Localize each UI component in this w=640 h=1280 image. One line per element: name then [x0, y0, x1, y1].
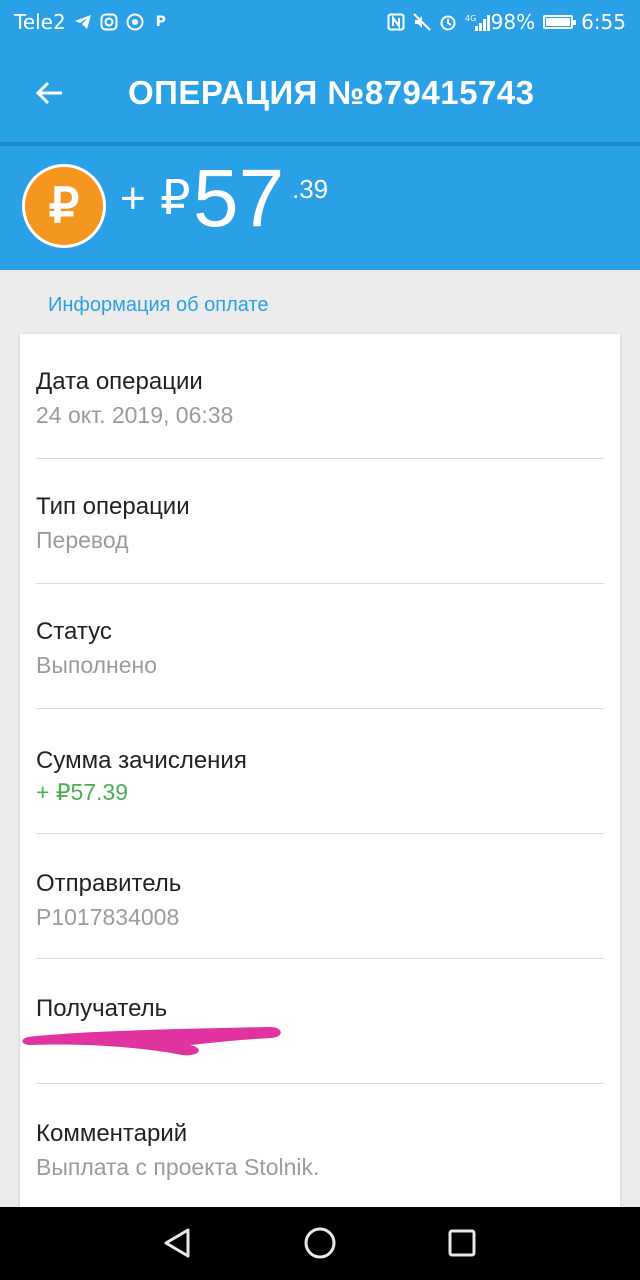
- row-value: Перевод: [36, 527, 129, 553]
- clock: 6:55: [581, 10, 626, 34]
- payment-info-card: Дата операции 24 окт. 2019, 06:38 Тип оп…: [20, 334, 620, 1214]
- amount-sign: +: [120, 174, 146, 223]
- redaction-mark: [22, 1027, 281, 1056]
- amount-decimal: .39: [292, 174, 329, 204]
- row-label: Отправитель: [36, 870, 182, 897]
- carrier-name: Tele2: [14, 10, 66, 34]
- row-status: Статус Выполнено: [36, 584, 604, 709]
- signal-icon: 4G: [465, 13, 490, 31]
- row-date: Дата операции 24 окт. 2019, 06:38: [36, 334, 604, 459]
- page-title: ОПЕРАЦИЯ №879415743: [128, 74, 535, 111]
- row-label: Дата операции: [36, 368, 203, 395]
- mute-icon: [412, 13, 431, 31]
- nav-home-button[interactable]: [302, 1225, 338, 1261]
- triangle-back-icon: [164, 1228, 190, 1258]
- nav-recents-button[interactable]: [444, 1225, 480, 1261]
- row-credit-amount: Сумма зачисления + ₽57.39: [36, 709, 604, 834]
- row-type: Тип операции Перевод: [36, 459, 604, 584]
- nav-back-button[interactable]: [160, 1225, 196, 1261]
- row-value: Выплата с проекта Stolnik.: [36, 1154, 320, 1180]
- network-type: 4G: [465, 14, 476, 23]
- instagram-icon: [100, 13, 118, 31]
- row-label: Получатель: [36, 995, 168, 1022]
- row-sender: Отправитель P1017834008: [36, 834, 604, 959]
- row-value: + ₽57.39: [36, 779, 129, 805]
- row-label: Сумма зачисления: [36, 747, 247, 774]
- row-value: 24 окт. 2019, 06:38: [36, 402, 234, 428]
- back-button[interactable]: [30, 73, 70, 113]
- battery-icon: [543, 15, 577, 29]
- row-recipient: Получатель: [22, 959, 604, 1084]
- amount-integer: 57: [193, 153, 285, 244]
- payeer-icon: P: [155, 14, 166, 30]
- coin-symbol: ₽: [48, 180, 80, 233]
- battery-percent: 98%: [490, 10, 536, 34]
- row-comment: Комментарий Выплата с проекта Stolnik.: [36, 1084, 604, 1214]
- navigation-bar: [0, 1207, 640, 1280]
- telegram-icon: [74, 13, 92, 31]
- nfc-icon: [387, 13, 405, 31]
- status-bar: Tele2 P 4G 98% 6:55: [0, 0, 640, 44]
- amount-header: ₽ + ₽ 57 .39: [0, 146, 640, 270]
- row-value: Выполнено: [36, 652, 158, 678]
- row-label: Тип операции: [36, 493, 190, 520]
- app-bar: ОПЕРАЦИЯ №879415743: [0, 44, 640, 142]
- row-label: Статус: [36, 618, 112, 645]
- alarm-icon: [439, 13, 457, 31]
- row-label: Комментарий: [36, 1120, 188, 1147]
- arrow-left-icon: [35, 81, 62, 105]
- amount-currency: ₽: [160, 172, 191, 225]
- circle-home-icon: [304, 1227, 336, 1259]
- square-recents-icon: [448, 1229, 476, 1257]
- ruble-coin-icon: ₽: [22, 164, 106, 248]
- section-title: Информация об оплате: [48, 294, 269, 316]
- row-value: P1017834008: [36, 904, 180, 930]
- chrome-icon: [126, 13, 144, 31]
